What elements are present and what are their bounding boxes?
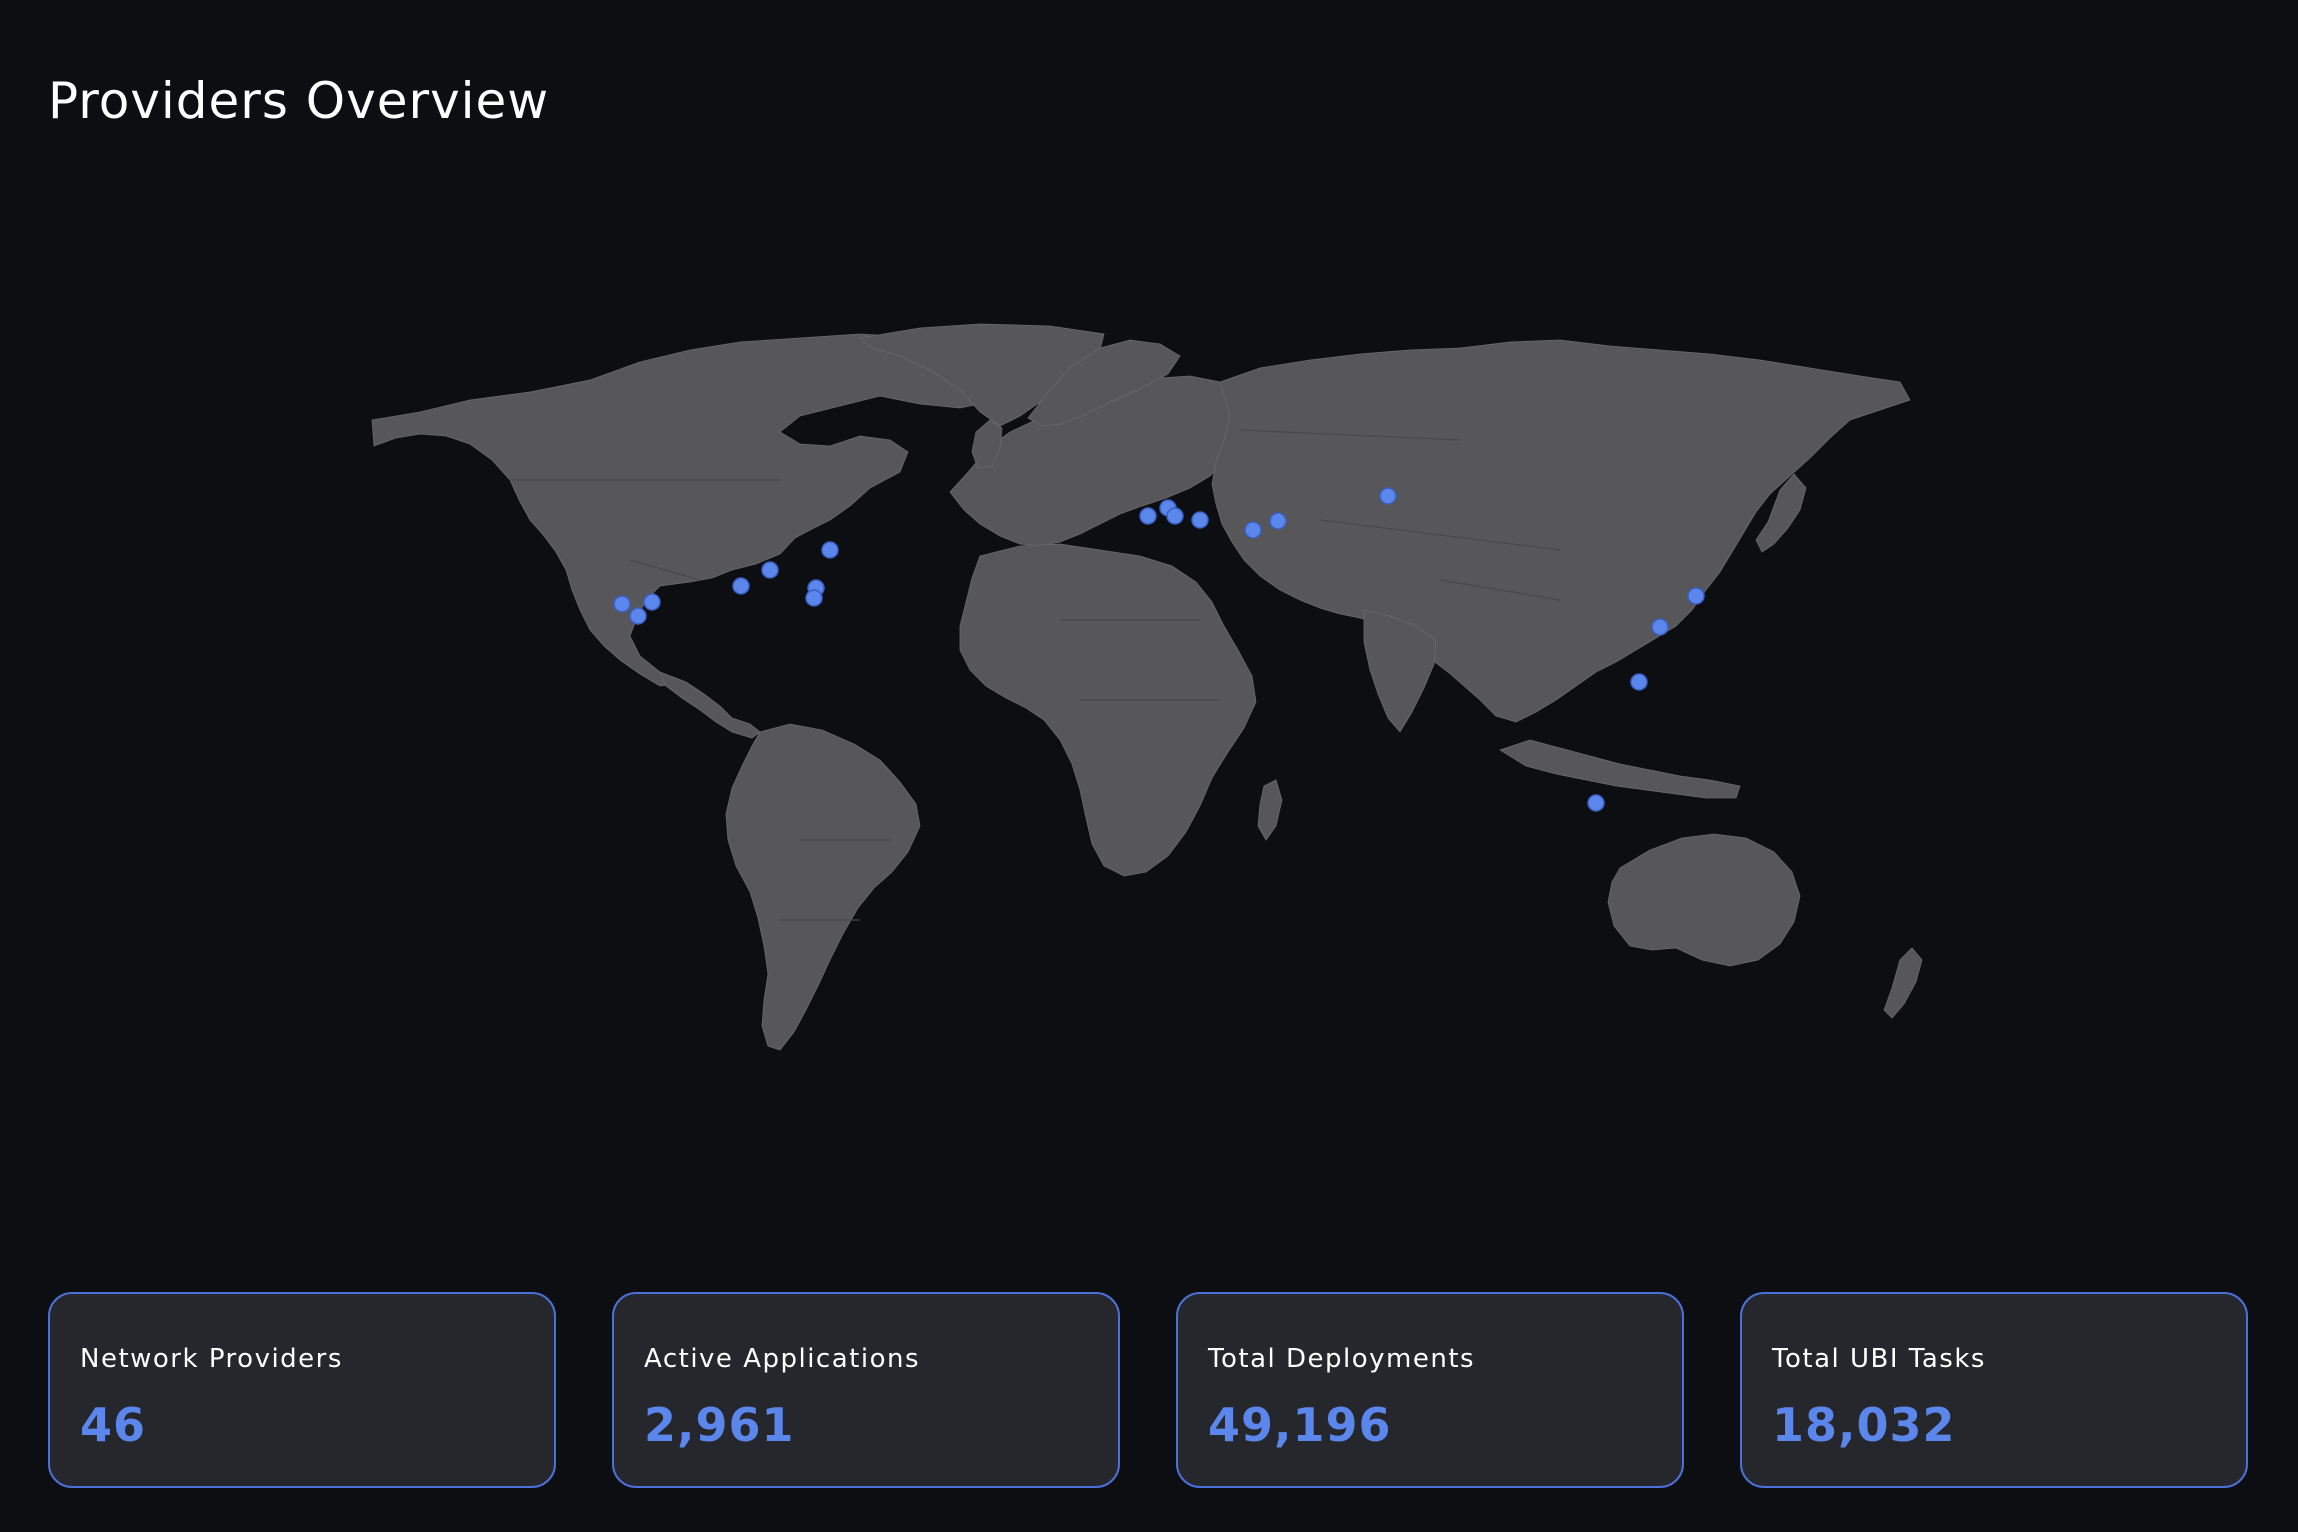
provider-marker[interactable] (732, 577, 750, 595)
madagascar-landmass (1257, 779, 1283, 841)
stat-value: 46 (80, 1398, 147, 1452)
stats-row: Network Providers 46 Active Applications… (48, 1292, 2248, 1490)
stat-label: Total Deployments (1208, 1344, 1476, 1374)
new-zealand-landmass (1883, 947, 1923, 1019)
provider-marker[interactable] (805, 589, 823, 607)
world-map (360, 320, 1940, 1140)
stat-value: 49,196 (1208, 1398, 1392, 1452)
provider-marker[interactable] (1244, 521, 1262, 539)
stat-card-active-applications: Active Applications 2,961 (612, 1292, 1120, 1488)
provider-marker[interactable] (1587, 794, 1605, 812)
provider-marker[interactable] (643, 593, 661, 611)
provider-marker[interactable] (1139, 507, 1157, 525)
provider-marker[interactable] (1651, 618, 1669, 636)
stat-value: 18,032 (1772, 1398, 1956, 1452)
south-america-landmass (725, 723, 921, 1051)
stat-card-total-deployments: Total Deployments 49,196 (1176, 1292, 1684, 1488)
stat-card-total-ubi-tasks: Total UBI Tasks 18,032 (1740, 1292, 2248, 1488)
provider-marker[interactable] (1191, 511, 1209, 529)
provider-marker[interactable] (1379, 487, 1397, 505)
provider-marker[interactable] (629, 607, 647, 625)
page-title: Providers Overview (48, 72, 550, 130)
asia-landmass (1211, 339, 1911, 723)
provider-marker[interactable] (1630, 673, 1648, 691)
stat-label: Active Applications (644, 1344, 921, 1374)
provider-marker[interactable] (1269, 512, 1287, 530)
africa-landmass (959, 543, 1257, 877)
australia-landmass (1607, 833, 1801, 967)
stat-label: Network Providers (80, 1344, 343, 1374)
provider-marker[interactable] (613, 595, 631, 613)
stat-value: 2,961 (644, 1398, 795, 1452)
provider-marker[interactable] (761, 561, 779, 579)
stat-label: Total UBI Tasks (1772, 1344, 1986, 1374)
central-america-landmass (659, 671, 761, 739)
provider-marker[interactable] (1166, 507, 1184, 525)
north-america-landmass (371, 333, 1021, 687)
provider-marker[interactable] (821, 541, 839, 559)
world-map-svg (371, 323, 1923, 1051)
page: Providers Overview Network Providers 46 … (0, 0, 2298, 1532)
provider-marker[interactable] (1687, 587, 1705, 605)
stat-card-network-providers: Network Providers 46 (48, 1292, 556, 1488)
indonesia-landmass (1499, 739, 1741, 799)
